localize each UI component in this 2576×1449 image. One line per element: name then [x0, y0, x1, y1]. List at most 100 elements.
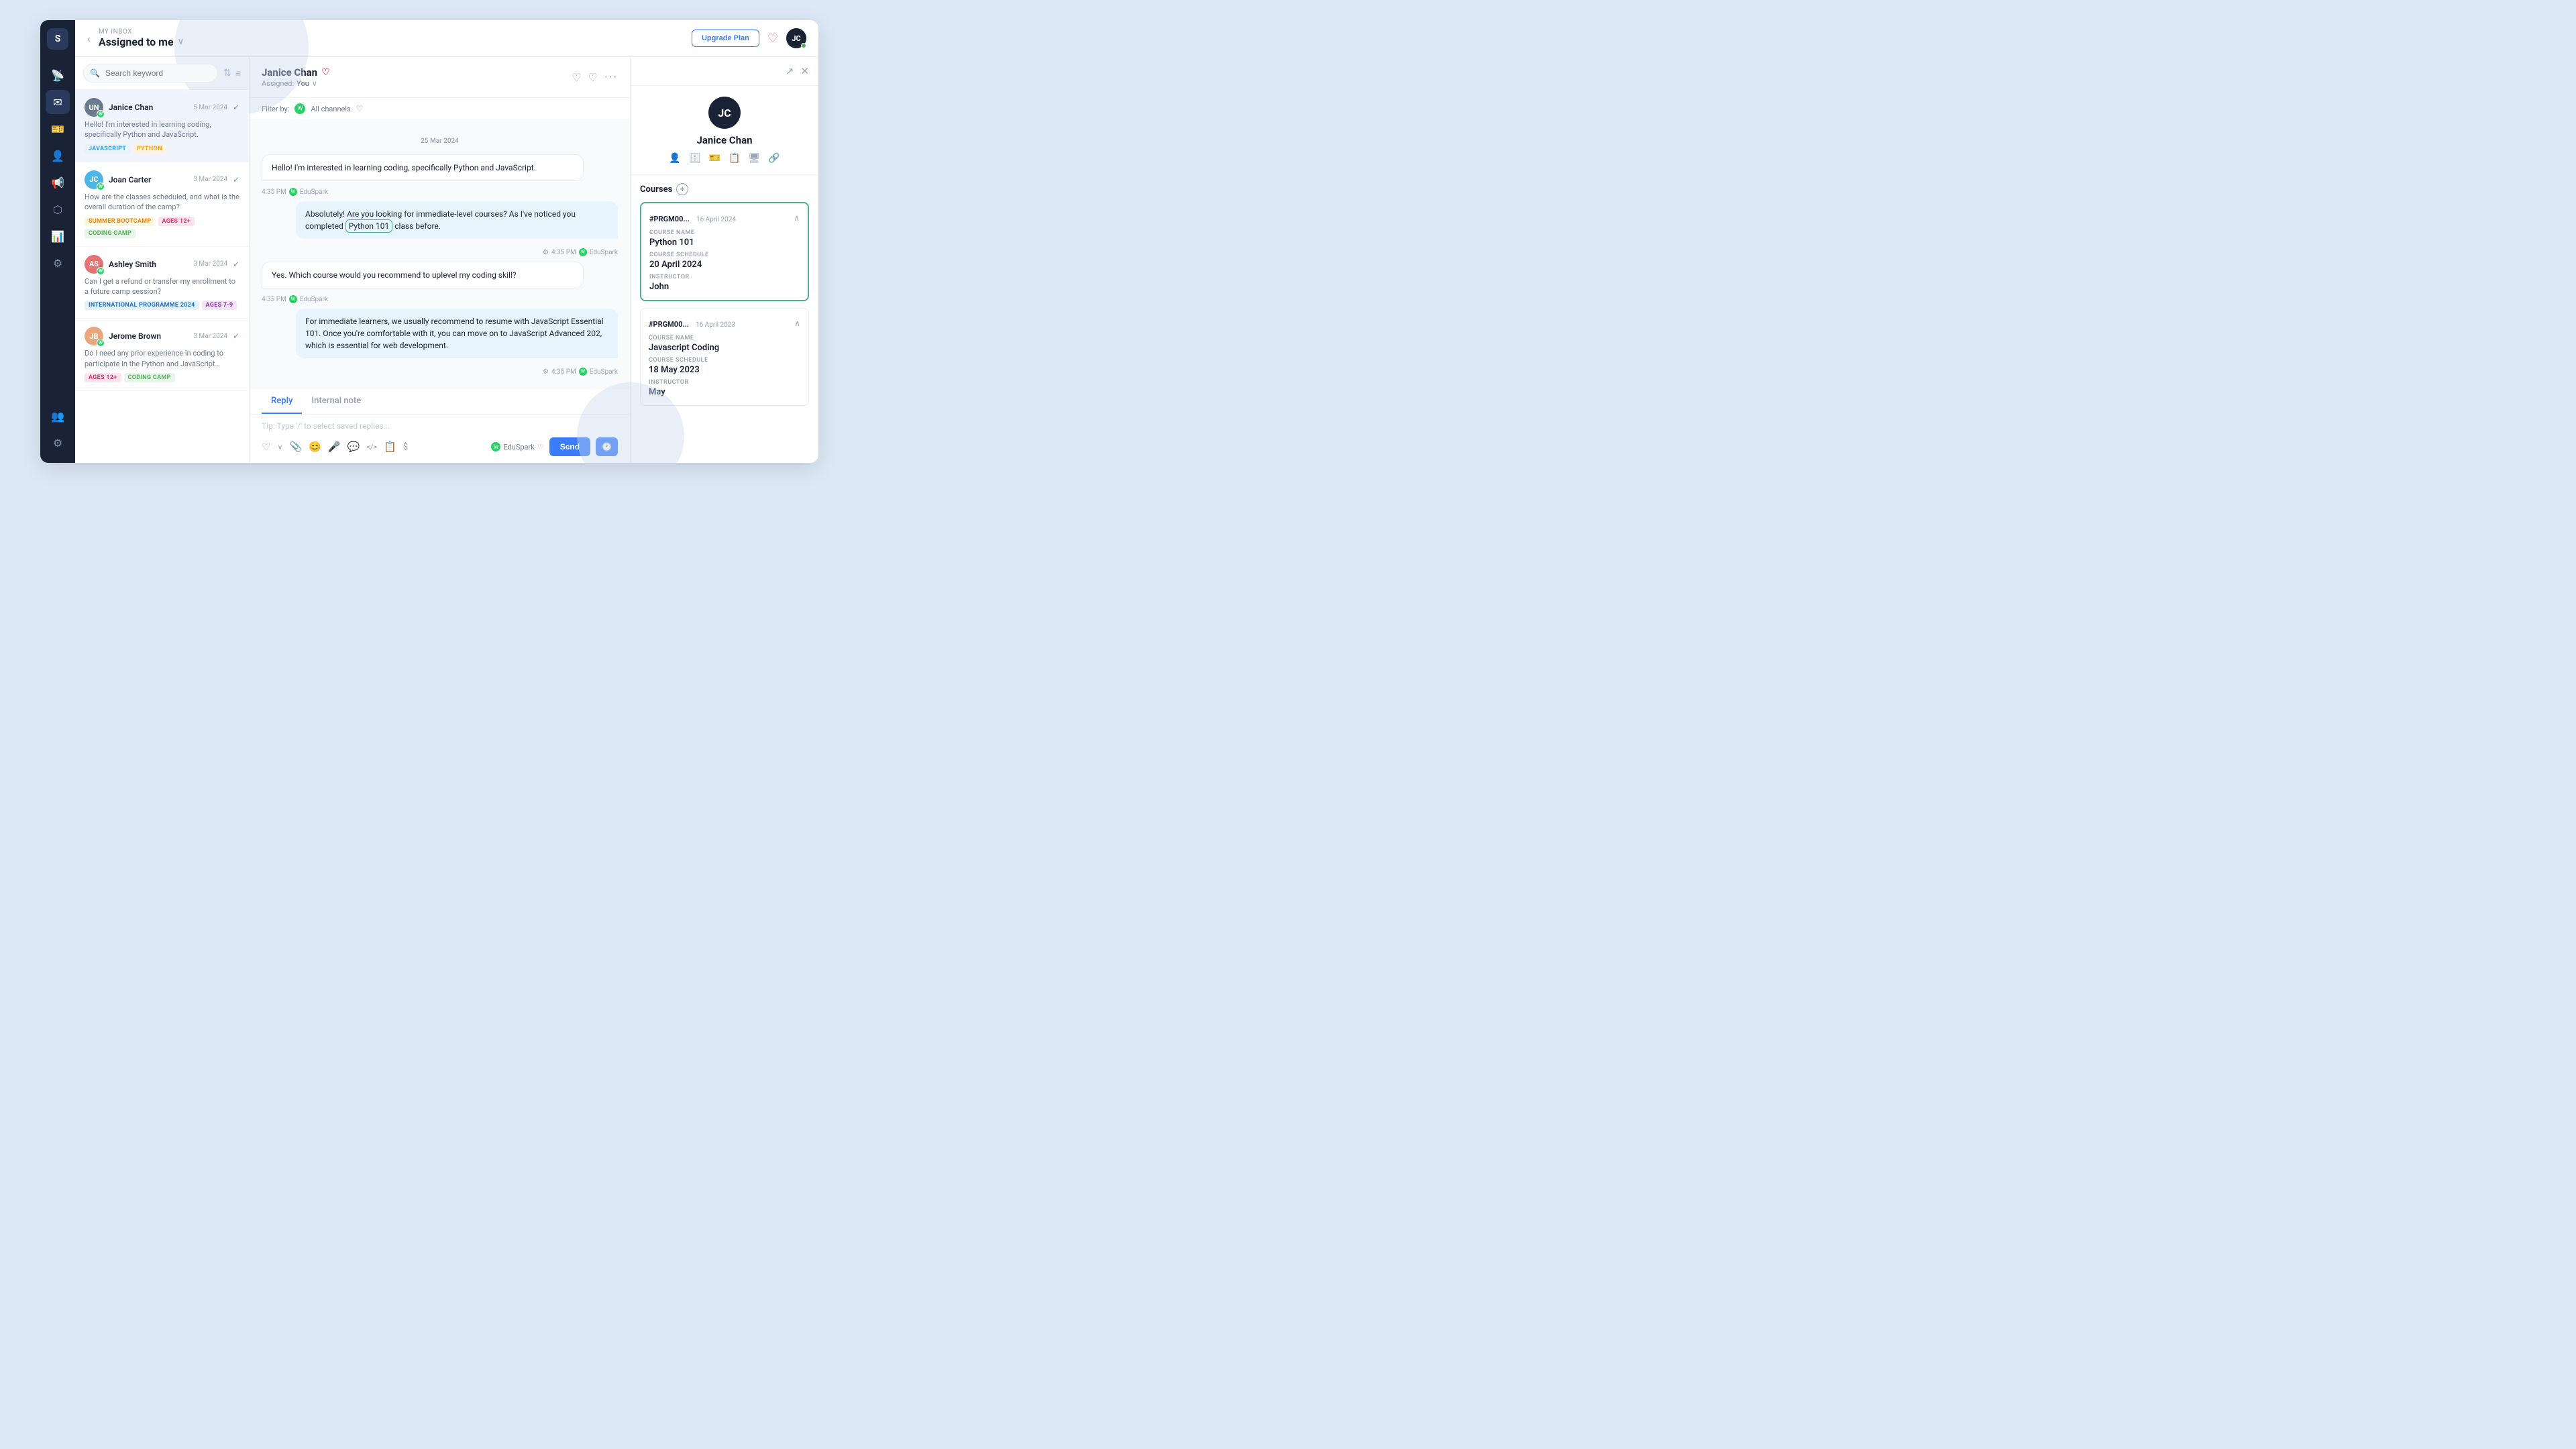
- contact-link-icon[interactable]: 🔗: [768, 153, 780, 164]
- instructor-value: John: [649, 282, 800, 292]
- channel-dot: W: [289, 188, 297, 196]
- channel-dot: W: [289, 295, 297, 303]
- course-id: #PRGM00...: [649, 215, 690, 223]
- conversation-item[interactable]: AS W Ashley Smith 3 Mar 2024 ✓ Can I get…: [75, 247, 249, 319]
- reply-tab[interactable]: Reply: [262, 389, 302, 414]
- clipboard-icon[interactable]: 📋: [384, 441, 396, 453]
- nav-tickets[interactable]: 🎫: [46, 117, 70, 141]
- conversation-date: 3 Mar 2024: [193, 176, 227, 183]
- app-logo: S: [47, 28, 68, 50]
- attach-icon[interactable]: 📎: [290, 441, 303, 453]
- more-options-icon[interactable]: ···: [604, 70, 618, 85]
- channel-dot: W: [579, 368, 587, 376]
- course-card-active: #PRGM00... 16 April 2024 ∧ COURSE NAME P…: [640, 202, 809, 301]
- contact-monitor-icon[interactable]: 🖥: [748, 153, 760, 164]
- contact-database-icon[interactable]: 🗄: [689, 153, 701, 164]
- channel-name: EduSpark: [300, 189, 328, 196]
- instructor-value: May: [649, 387, 800, 397]
- nav-campaigns[interactable]: 📢: [46, 170, 70, 195]
- nav-settings[interactable]: ⚙: [46, 431, 70, 455]
- channel-badge: W: [97, 110, 105, 118]
- nav-inbox[interactable]: ✉: [46, 90, 70, 114]
- tag-ages12: AGES 12+: [158, 217, 195, 226]
- nav-contacts[interactable]: 👤: [46, 144, 70, 168]
- chat-icon[interactable]: 💬: [347, 441, 360, 453]
- course-schedule-value: 20 April 2024: [649, 260, 800, 270]
- mic-icon[interactable]: 🎤: [328, 441, 341, 453]
- favorite-heart-icon[interactable]: ♡: [321, 67, 330, 78]
- search-input[interactable]: [83, 64, 218, 83]
- channel-name: EduSpark: [590, 249, 618, 256]
- read-checkmark: ✓: [233, 103, 239, 112]
- schedule-send-button[interactable]: 🕐: [596, 437, 618, 456]
- gear-icon: ⚙: [543, 368, 549, 376]
- icon-rail: S 📡 ✉ 🎫 👤 📢 ⬡ 📊 ⚙ 👥 ⚙: [40, 20, 75, 463]
- filter-by-label: Filter by:: [262, 105, 289, 113]
- message-item: Hello! I'm interested in learning coding…: [262, 154, 618, 196]
- code-icon[interactable]: </>: [366, 443, 377, 451]
- emoji-icon[interactable]: 😊: [309, 441, 321, 453]
- send-label: Send: [560, 442, 580, 451]
- message-item: For immediate learners, we usually recom…: [262, 309, 618, 376]
- conversation-item[interactable]: JC W Joan Carter 3 Mar 2024 ✓ How are th…: [75, 162, 249, 247]
- contact-name: Janice Chan: [109, 103, 188, 112]
- chevron-tool-icon[interactable]: ∨: [277, 443, 282, 451]
- send-button[interactable]: Send: [549, 437, 590, 456]
- nav-add-user[interactable]: 👥: [46, 404, 70, 428]
- favorite-icon[interactable]: ♡: [767, 32, 778, 46]
- filter-heart-icon[interactable]: ♡: [356, 104, 364, 113]
- instructor-label: INSTRUCTOR: [649, 274, 800, 280]
- back-button[interactable]: ‹: [87, 32, 91, 45]
- channel-dot: W: [579, 248, 587, 256]
- nav-workflows[interactable]: ⬡: [46, 197, 70, 221]
- collapse-icon[interactable]: ∧: [794, 319, 800, 328]
- course-date: 16 April 2023: [696, 321, 735, 329]
- date-divider: 25 Mar 2024: [262, 138, 618, 145]
- user-avatar[interactable]: JC: [786, 28, 806, 48]
- course-name-value: Python 101: [649, 237, 800, 248]
- filter-icon[interactable]: ≡: [235, 68, 241, 79]
- assigned-chevron-icon[interactable]: ∨: [312, 79, 317, 88]
- contact-person-icon[interactable]: 👤: [669, 153, 680, 164]
- contact-clipboard-icon[interactable]: 📋: [729, 153, 740, 164]
- tag-coding-camp: CODING CAMP: [124, 373, 175, 382]
- conversation-item[interactable]: UN W Janice Chan 5 Mar 2024 ✓ Hello! I'm…: [75, 90, 249, 162]
- course-schedule-label: COURSE SCHEDULE: [649, 357, 800, 364]
- upgrade-plan-button[interactable]: Upgrade Plan: [692, 30, 759, 47]
- contact-ticket-icon[interactable]: 🎫: [709, 153, 720, 164]
- nav-reports[interactable]: 📊: [46, 224, 70, 248]
- tag-python: PYTHON: [133, 144, 166, 154]
- eduspark-selector[interactable]: W EduSpark ♡: [491, 442, 543, 451]
- nav-broadcast[interactable]: 📡: [46, 63, 70, 87]
- nav-integrations[interactable]: ⚙: [46, 251, 70, 275]
- avatar: AS W: [85, 255, 103, 274]
- contact-card: JC Janice Chan 👤 🗄 🎫 📋 🖥 🔗: [631, 86, 818, 175]
- channel-badge: W: [97, 267, 105, 275]
- avatar: JC W: [85, 170, 103, 189]
- sort-icon[interactable]: ⇅: [223, 68, 231, 79]
- course-name-value: Javascript Coding: [649, 343, 800, 353]
- instructor-label: INSTRUCTOR: [649, 379, 800, 386]
- tag-international-programme: INTERNATIONAL PROGRAMME 2024: [85, 301, 199, 310]
- courses-heading: Courses: [640, 184, 672, 195]
- contact-avatar: JC: [708, 97, 741, 129]
- dollar-icon[interactable]: $: [403, 442, 408, 452]
- incoming-message: Hello! I'm interested in learning coding…: [262, 154, 584, 181]
- bookmark-icon[interactable]: ♡: [588, 71, 598, 84]
- collapse-icon[interactable]: ∧: [794, 213, 800, 223]
- incoming-message: Yes. Which course would you recommend to…: [262, 262, 584, 288]
- conversation-date: 5 Mar 2024: [193, 104, 227, 111]
- close-panel-icon[interactable]: ✕: [800, 65, 809, 77]
- heart-icon[interactable]: ♡: [572, 71, 581, 84]
- external-link-icon[interactable]: ↗: [786, 65, 794, 77]
- heart-tool-icon[interactable]: ♡: [262, 441, 270, 453]
- course-name-label: COURSE NAME: [649, 229, 800, 236]
- conversation-item[interactable]: JB W Jerome Brown 3 Mar 2024 ✓ Do I need…: [75, 319, 249, 391]
- internal-note-tab[interactable]: Internal note: [302, 389, 370, 414]
- conversation-preview: How are the classes scheduled, and what …: [85, 192, 239, 213]
- my-inbox-label: MY INBOX: [99, 28, 684, 36]
- contact-name: Jerome Brown: [109, 331, 188, 341]
- dropdown-icon[interactable]: ∨: [178, 37, 184, 47]
- message-time: 4:35 PM: [551, 249, 576, 256]
- add-course-button[interactable]: +: [676, 183, 688, 195]
